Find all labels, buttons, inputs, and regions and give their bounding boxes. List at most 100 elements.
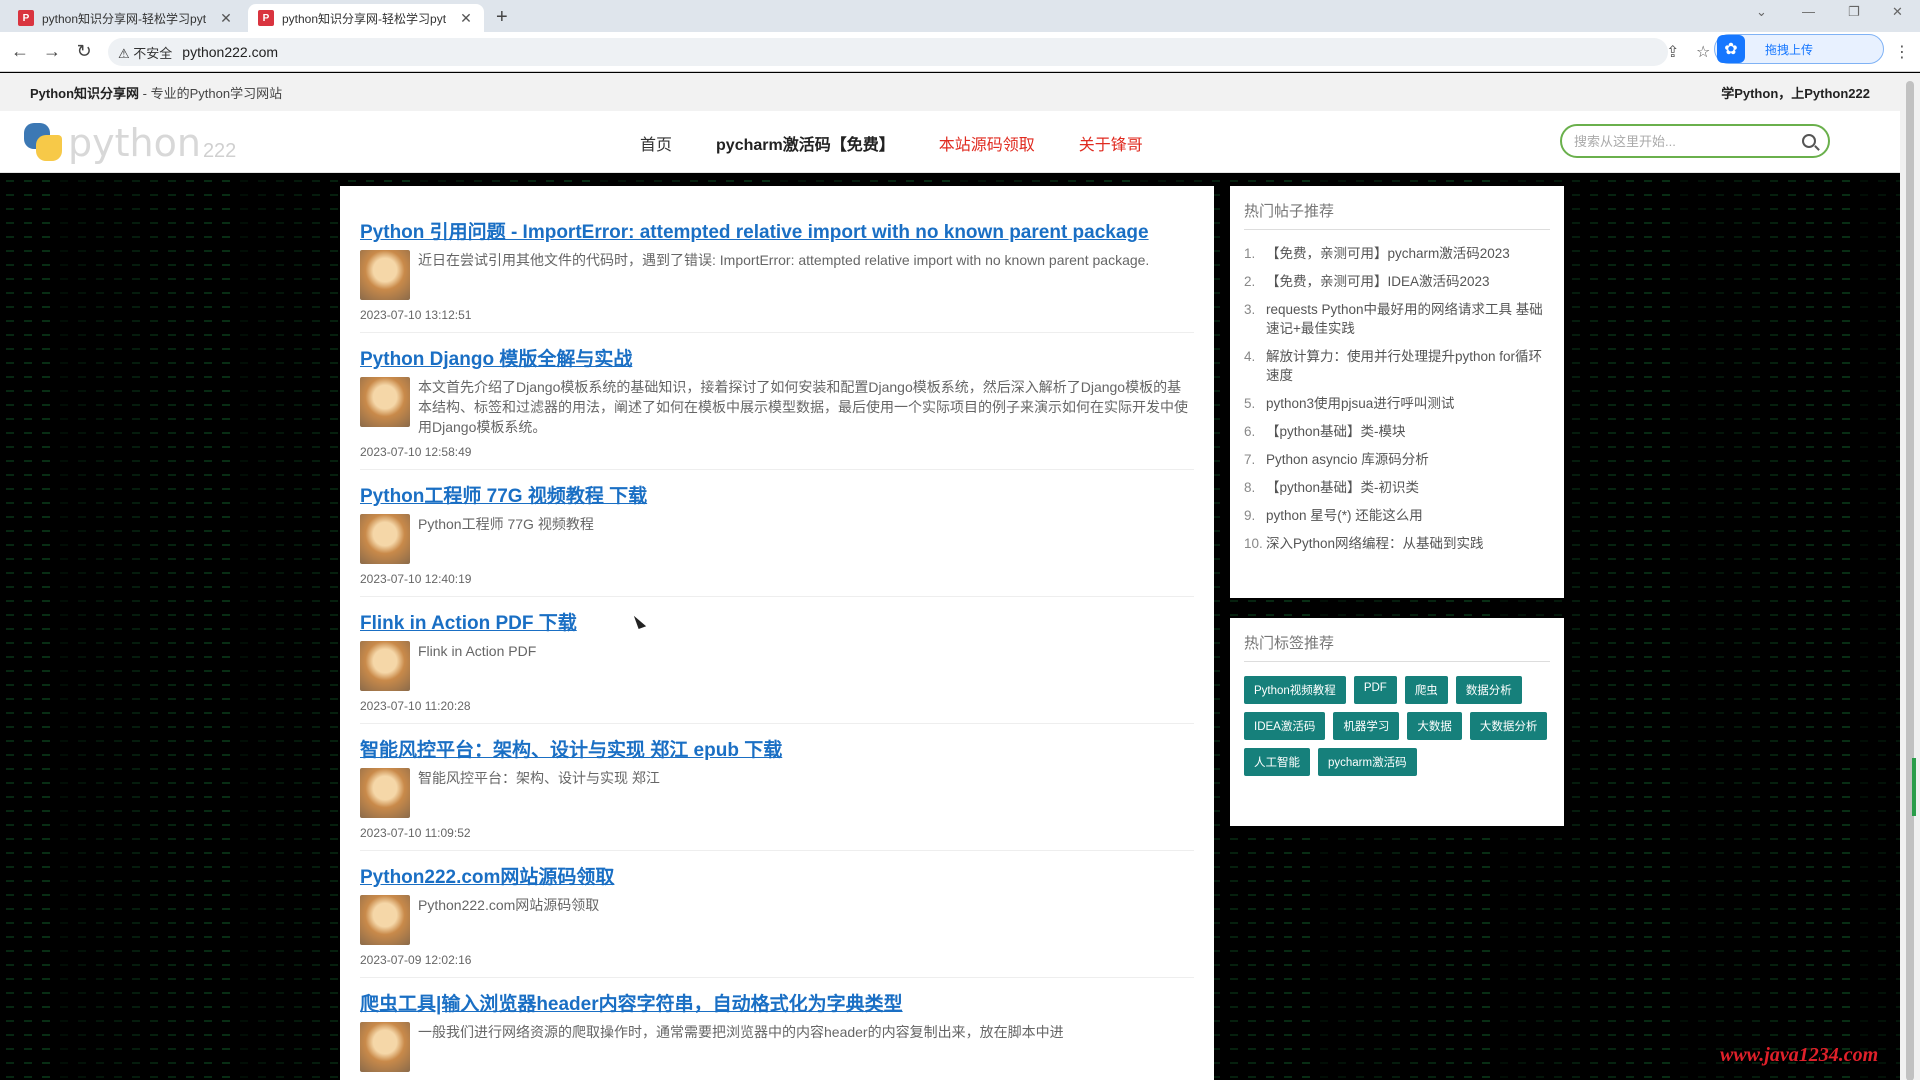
tag-link[interactable]: 人工智能 [1244, 748, 1310, 776]
hot-post-item[interactable]: 6. 【python基础】类-模块 [1244, 422, 1550, 441]
hot-post-item[interactable]: 3. requests Python中最好用的网络请求工具 基础速记+最佳实践 [1244, 300, 1550, 338]
tag-link[interactable]: 大数据 [1407, 712, 1462, 740]
browser-tab[interactable]: P python知识分享网-轻松学习pyt ✕ [8, 4, 244, 32]
python-logo-icon [22, 121, 64, 163]
post-thumbnail[interactable] [360, 1022, 410, 1072]
tag-link[interactable]: pycharm激活码 [1318, 748, 1417, 776]
matrix-column [1860, 174, 1868, 1080]
post-title-link[interactable]: Python工程师 77G 视频教程 下载 [360, 484, 1194, 510]
widget-title: 热门标签推荐 [1244, 632, 1550, 662]
hot-post-item[interactable]: 2. 【免费，亲测可用】IDEA激活码2023 [1244, 272, 1550, 291]
new-tab-icon[interactable]: + [496, 6, 508, 29]
matrix-column [204, 174, 212, 1080]
list-item: Python Django 模版全解与实战 本文首先介绍了Django模板系统的… [360, 347, 1194, 470]
slogan: 学Python，上Python222 [1721, 85, 1870, 101]
matrix-column [1680, 174, 1688, 1080]
scrollbar-thumb[interactable] [1906, 81, 1914, 1080]
hot-post-item[interactable]: 1. 【免费，亲测可用】pycharm激活码2023 [1244, 244, 1550, 263]
post-thumbnail[interactable] [360, 768, 410, 818]
close-icon[interactable]: ✕ [458, 10, 474, 27]
bookmark-star-icon[interactable]: ☆ [1696, 42, 1710, 62]
upload-extension-button[interactable]: ✿ 拖拽上传 [1714, 34, 1884, 64]
site-logo[interactable]: python 222 [22, 121, 236, 163]
hot-post-item[interactable]: 9. python 星号(*) 还能这么用 [1244, 506, 1550, 525]
matrix-column [132, 174, 140, 1080]
close-window-icon[interactable]: ✕ [1892, 4, 1903, 20]
hot-post-item[interactable]: 10. 深入Python网络编程：从基础到实践 [1244, 534, 1550, 553]
post-date: 2023-07-10 11:20:28 [360, 699, 471, 713]
restore-icon[interactable]: ❐ [1848, 4, 1860, 20]
site-favicon-icon: P [258, 10, 274, 26]
post-title-link[interactable]: Python Django 模版全解与实战 [360, 347, 1194, 373]
hot-post-item[interactable]: 5. python3使用pjsua进行呼叫测试 [1244, 394, 1550, 413]
share-icon[interactable]: ⇪ [1666, 42, 1679, 62]
nav-about[interactable]: 关于锋哥 [1079, 131, 1143, 155]
matrix-column [1752, 174, 1760, 1080]
close-icon[interactable]: ✕ [218, 10, 234, 27]
matrix-column [96, 174, 104, 1080]
post-title-link[interactable]: Flink in Action PDF 下载 [360, 611, 1194, 637]
list-item: Python222.com网站源码领取 Python222.com网站源码领取 … [360, 865, 1194, 978]
matrix-column [42, 174, 50, 1080]
address-bar: ← → ↻ ⚠ 不安全 python222.com ⇪ ☆ ⋮ [0, 32, 1920, 72]
post-thumbnail[interactable] [360, 641, 410, 691]
forward-icon[interactable]: → [40, 41, 64, 62]
matrix-column [1878, 174, 1886, 1080]
matrix-column [222, 174, 230, 1080]
matrix-column [114, 174, 122, 1080]
post-title-link[interactable]: 智能风控平台：架构、设计与实现 郑江 epub 下载 [360, 738, 1194, 764]
post-thumbnail[interactable] [360, 250, 410, 300]
back-icon[interactable]: ← [8, 41, 32, 62]
post-thumbnail[interactable] [360, 895, 410, 945]
post-date: 2023-07-09 12:02:16 [360, 953, 472, 967]
browser-tab-bar: P python知识分享网-轻松学习pyt ✕ P python知识分享网-轻松… [0, 0, 1920, 32]
chevron-down-icon[interactable]: ⌄ [1756, 4, 1767, 20]
nav-home[interactable]: 首页 [640, 131, 672, 155]
hot-post-item[interactable]: 4. 解放计算力：使用并行处理提升python for循环速度 [1244, 347, 1550, 385]
tag-cloud: Python视频教程 PDF 爬虫 数据分析 IDEA激活码 机器学习 大数据 … [1244, 676, 1550, 776]
cloud-drive-icon: ✿ [1717, 35, 1745, 63]
main-nav: 首页 pycharm激活码【免费】 本站源码领取 关于锋哥 [640, 131, 1143, 155]
tag-link[interactable]: Python视频教程 [1244, 676, 1346, 704]
post-thumbnail[interactable] [360, 377, 410, 427]
insecure-badge[interactable]: ⚠ 不安全 [118, 43, 172, 62]
browser-tab-active[interactable]: P python知识分享网-轻松学习pyt ✕ [248, 4, 484, 32]
hot-tags-widget: 热门标签推荐 Python视频教程 PDF 爬虫 数据分析 IDEA激活码 机器… [1230, 618, 1564, 826]
hot-posts-list: 1. 【免费，亲测可用】pycharm激活码2023 2. 【免费，亲测可用】IDE… [1244, 244, 1550, 553]
post-title-link[interactable]: Python 引用问题 - ImportError: attempted rel… [360, 220, 1194, 246]
matrix-column [1788, 174, 1796, 1080]
matrix-column [60, 174, 68, 1080]
tag-link[interactable]: 爬虫 [1404, 676, 1448, 704]
search-input[interactable] [1574, 133, 1802, 149]
tag-link[interactable]: 机器学习 [1333, 712, 1400, 740]
site-header: python 222 首页 pycharm激活码【免费】 本站源码领取 关于锋哥 [0, 111, 1900, 173]
post-excerpt: Python工程师 77G 视频教程 [418, 516, 594, 532]
nav-source-code[interactable]: 本站源码领取 [939, 131, 1035, 155]
matrix-column [168, 174, 176, 1080]
nav-pycharm-code[interactable]: pycharm激活码【免费】 [716, 131, 895, 155]
hot-post-item[interactable]: 7. Python asyncio 库源码分析 [1244, 450, 1550, 469]
post-excerpt: Python222.com网站源码领取 [418, 897, 600, 913]
post-date: 2023-07-10 12:58:49 [360, 445, 472, 459]
post-title-link[interactable]: Python222.com网站源码领取 [360, 865, 1194, 891]
url-field[interactable]: ⚠ 不安全 python222.com [108, 38, 1668, 66]
scroll-position-marker [1912, 758, 1916, 816]
minimize-icon[interactable]: — [1802, 4, 1815, 19]
tag-link[interactable]: PDF [1353, 676, 1397, 704]
post-thumbnail[interactable] [360, 514, 410, 564]
matrix-column [150, 174, 158, 1080]
hot-post-item[interactable]: 8. 【python基础】类-初识类 [1244, 478, 1550, 497]
tag-link[interactable]: 数据分析 [1455, 676, 1522, 704]
post-title-link[interactable]: 爬虫工具|输入浏览器header内容字符串，自动格式化为字典类型 [360, 992, 1194, 1018]
post-date: 2023-07-10 13:12:51 [360, 308, 472, 322]
tag-link[interactable]: 大数据分析 [1469, 712, 1548, 740]
logo-text: python [68, 121, 201, 165]
search-icon[interactable] [1802, 134, 1816, 148]
menu-dots-icon[interactable]: ⋮ [1894, 42, 1910, 62]
page-scrollbar[interactable] [1900, 73, 1920, 1080]
site-top-strip: Python知识分享网 - 专业的Python学习网站 学Python，上Pyt… [0, 73, 1900, 111]
tag-link[interactable]: IDEA激活码 [1244, 712, 1326, 740]
reload-icon[interactable]: ↻ [72, 41, 96, 62]
site-tagline: Python知识分享网 - 专业的Python学习网站 [30, 85, 283, 101]
matrix-column [1842, 174, 1850, 1080]
